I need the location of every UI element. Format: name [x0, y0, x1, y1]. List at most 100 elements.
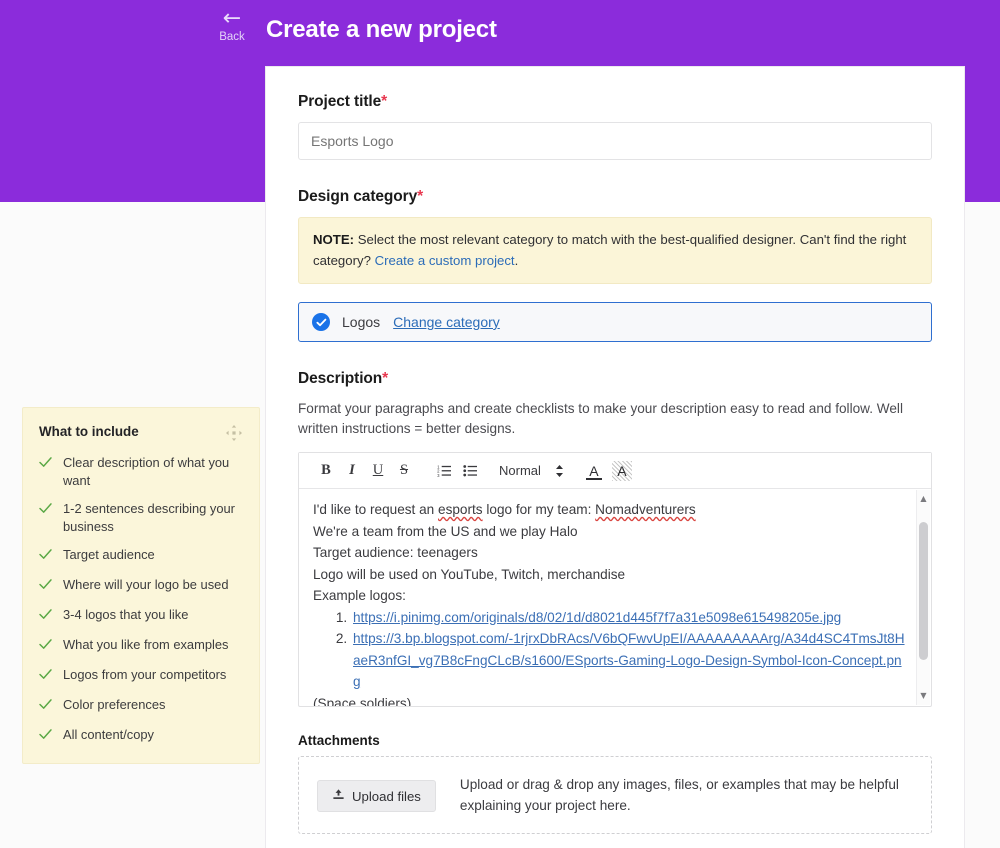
required-asterisk: * — [382, 370, 389, 387]
format-select-value: Normal — [499, 463, 541, 478]
page-title: Create a new project — [266, 16, 497, 43]
misspelled-word-team-name: Nomadventurers — [595, 502, 696, 517]
list-item: Target audience — [39, 546, 243, 565]
checkmark-icon — [39, 727, 55, 745]
project-title-label-text: Project title — [298, 93, 382, 110]
note-prefix: NOTE: — [313, 232, 355, 247]
updown-chevron-icon — [555, 464, 564, 478]
bold-button[interactable]: B — [313, 458, 339, 484]
italic-button[interactable]: I — [339, 458, 365, 484]
example-logo-2-caption: (Space soldiers) — [313, 695, 412, 707]
tip-label: 1-2 sentences describing your business — [63, 501, 235, 534]
back-button[interactable]: ← Back — [212, 6, 252, 44]
tips-panel-header: What to include — [39, 424, 243, 442]
rich-text-editor: B I U S 1 2 3 Normal A A I'd like to req… — [298, 452, 932, 707]
back-button-label: Back — [219, 31, 245, 43]
tip-label: Target audience — [63, 547, 155, 562]
checkmark-icon — [39, 667, 55, 685]
checkmark-icon — [39, 637, 55, 655]
underline-button[interactable]: U — [365, 458, 391, 484]
tip-label: All content/copy — [63, 727, 155, 742]
editor-scrollbar[interactable]: ▲ ▼ — [916, 490, 930, 705]
highlight-glyph: A — [617, 462, 627, 479]
editor-line-2: We're a team from the US and we play Hal… — [313, 523, 578, 539]
example-logo-link-1[interactable]: https://i.pinimg.com/originals/d8/02/1d/… — [353, 610, 841, 625]
project-title-label: Project title* — [298, 93, 932, 111]
list-item: 3-4 logos that you like — [39, 606, 243, 625]
text-color-glyph: A — [589, 462, 599, 479]
description-label: Description* — [298, 370, 932, 388]
selected-category-name: Logos — [342, 314, 381, 330]
highlight-color-icon[interactable]: A — [610, 459, 634, 483]
design-category-label-text: Design category — [298, 188, 418, 205]
svg-text:3: 3 — [437, 473, 440, 477]
required-asterisk: * — [417, 188, 424, 205]
page-root: ← Back Create a new project Project titl… — [0, 0, 1000, 848]
misspelled-word-esports: esports — [438, 502, 483, 517]
scroll-up-arrow-icon[interactable]: ▲ — [917, 492, 930, 506]
list-item: What you like from examples — [39, 636, 243, 655]
create-custom-project-link[interactable]: Create a custom project — [375, 253, 515, 268]
checkmark-icon — [39, 697, 55, 715]
scrollbar-thumb[interactable] — [919, 522, 928, 660]
editor-line-1-pre: I'd like to request an — [313, 502, 439, 517]
what-to-include-panel: What to include Clear description of wha… — [22, 407, 260, 764]
attachments-label: Attachments — [298, 733, 380, 748]
example-logo-link-2[interactable]: https://3.bp.blogspot.com/-1rjrxDbRAcs/V… — [353, 631, 905, 689]
check-circle-icon — [312, 313, 330, 331]
bullet-list-icon[interactable] — [457, 458, 483, 484]
category-note-box: NOTE: Select the most relevant category … — [298, 217, 932, 284]
ordered-list-icon[interactable]: 1 2 3 — [431, 458, 457, 484]
text-color-icon[interactable]: A — [582, 459, 606, 483]
list-item: All content/copy — [39, 726, 243, 745]
editor-line-1-mid: logo for my team: — [482, 502, 596, 517]
project-title-input[interactable] — [298, 122, 932, 160]
checkmark-icon — [39, 455, 55, 473]
tip-label: What you like from examples — [63, 637, 229, 652]
dropzone-instructions: Upload or drag & drop any images, files,… — [459, 777, 899, 813]
tips-panel-title: What to include — [39, 424, 139, 439]
upload-files-button[interactable]: Upload files — [317, 780, 436, 812]
required-asterisk: * — [381, 93, 388, 110]
attachments-dropzone[interactable]: Upload files Upload or drag & drop any i… — [298, 756, 932, 834]
tip-label: Clear description of what you want — [63, 455, 230, 488]
tips-list: Clear description of what you want 1-2 s… — [39, 454, 243, 745]
list-item: https://i.pinimg.com/originals/d8/02/1d/… — [351, 607, 905, 629]
scroll-down-arrow-icon[interactable]: ▼ — [917, 689, 930, 703]
list-item: Clear description of what you want — [39, 454, 243, 489]
editor-toolbar: B I U S 1 2 3 Normal A A — [299, 453, 931, 489]
design-category-label: Design category* — [298, 188, 932, 206]
editor-line-3: Target audience: teenagers — [313, 545, 478, 560]
list-item: 1-2 sentences describing your business — [39, 500, 243, 535]
checkmark-icon — [39, 607, 55, 625]
checkmark-icon — [39, 547, 55, 565]
editor-line-5: Example logos: — [313, 588, 406, 603]
create-project-card: Project title* Design category* NOTE: Se… — [265, 66, 965, 848]
tip-label: Color preferences — [63, 697, 166, 712]
list-item: Logos from your competitors — [39, 666, 243, 685]
move-handle-icon[interactable] — [225, 424, 243, 442]
tip-label: Logos from your competitors — [63, 667, 227, 682]
text-color-bar — [585, 477, 602, 480]
description-label-text: Description — [298, 370, 383, 387]
checkmark-icon — [39, 577, 55, 595]
editor-line-4: Logo will be used on YouTube, Twitch, me… — [313, 566, 626, 582]
list-item: Where will your logo be used — [39, 576, 243, 595]
arrow-left-icon: ← — [222, 6, 242, 31]
format-select[interactable]: Normal — [499, 463, 564, 478]
change-category-link[interactable]: Change category — [393, 314, 500, 330]
strikethrough-button[interactable]: S — [391, 458, 417, 484]
description-help-text: Format your paragraphs and create checkl… — [298, 401, 903, 436]
upload-files-label: Upload files — [352, 788, 421, 804]
note-suffix: . — [514, 253, 519, 268]
checkmark-icon — [39, 501, 55, 519]
list-item: Color preferences — [39, 696, 243, 715]
upload-icon — [332, 788, 345, 804]
tip-label: 3-4 logos that you like — [63, 607, 189, 622]
list-item: https://3.bp.blogspot.com/-1rjrxDbRAcs/V… — [351, 628, 905, 693]
editor-line-1: I'd like to request an esports logo for … — [313, 499, 905, 521]
editor-content-area[interactable]: I'd like to request an esports logo for … — [299, 489, 931, 706]
example-logo-list: https://i.pinimg.com/originals/d8/02/1d/… — [313, 607, 905, 693]
tip-label: Where will your logo be used — [63, 577, 229, 592]
selected-category-row[interactable]: Logos Change category — [298, 302, 932, 342]
